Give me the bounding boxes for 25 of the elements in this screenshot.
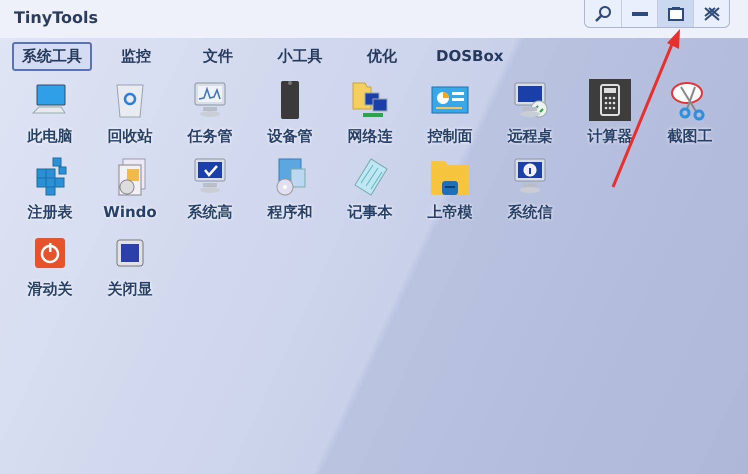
tool-shortcut[interactable]: 计算器 [570, 78, 650, 147]
tool-shortcut[interactable]: 记事本 [330, 155, 410, 224]
tool-shortcut[interactable]: 回收站 [90, 78, 170, 147]
tool-shortcut[interactable]: 此电脑 [10, 78, 90, 147]
tool-shortcut[interactable]: 任务管 [170, 78, 250, 147]
tool-shortcut[interactable]: 截图工 [650, 78, 730, 147]
tool-shortcut[interactable]: 程序和 [250, 155, 330, 224]
tab[interactable]: DOSBox [426, 42, 514, 70]
tab[interactable]: 监控 [98, 42, 174, 70]
tool-shortcut[interactable]: Windo [90, 155, 170, 224]
tool-shortcut[interactable]: 系统信 [490, 155, 570, 224]
tab[interactable]: 系统工具 [12, 42, 92, 70]
tool-shortcut[interactable]: 控制面 [410, 78, 490, 147]
tab[interactable]: 文件 [180, 42, 256, 70]
tool-shortcut[interactable]: 注册表 [10, 155, 90, 224]
tab[interactable]: 优化 [344, 42, 420, 70]
tool-shortcut[interactable]: 系统高 [170, 155, 250, 224]
tool-shortcut[interactable]: 设备管 [250, 78, 330, 147]
tool-shortcut[interactable]: 网络连 [330, 78, 410, 147]
tool-shortcut[interactable]: 滑动关 [10, 232, 90, 300]
tool-shortcut[interactable]: 关闭显 [90, 232, 170, 300]
tool-shortcut[interactable]: 上帝模 [410, 155, 490, 224]
window-title: TinyTools [14, 7, 98, 29]
tab[interactable]: 小工具 [262, 42, 338, 70]
tool-shortcut[interactable]: 远程桌 [490, 78, 570, 147]
